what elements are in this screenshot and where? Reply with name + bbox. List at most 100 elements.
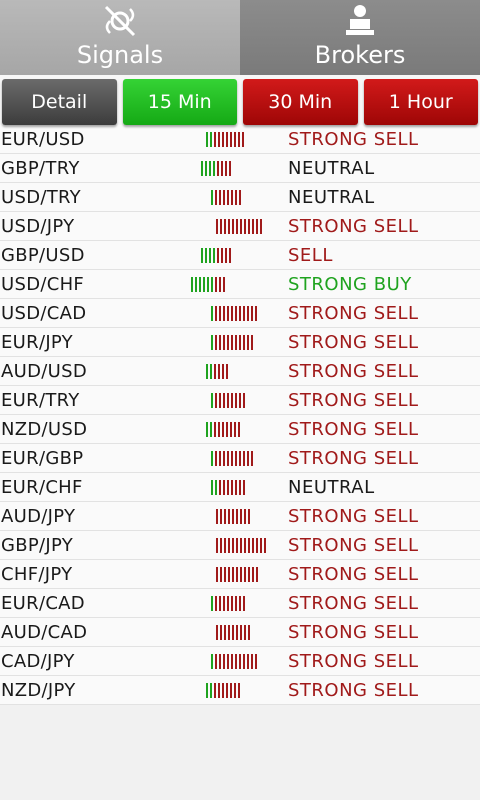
sell-strength-bar [248, 538, 250, 553]
table-row[interactable]: GBP/TRY NEUTRAL [0, 154, 480, 183]
sell-strength-bar [227, 654, 229, 669]
table-row[interactable]: GBP/USD SELL [0, 241, 480, 270]
sell-strength-bar [227, 451, 229, 466]
sell-strength-bar [244, 509, 246, 524]
sell-strength-bar [242, 132, 244, 147]
sell-strength-bar [231, 306, 233, 321]
tab-brokers-label: Brokers [314, 41, 406, 69]
buy-strength-bar [210, 683, 212, 698]
sell-strength-bar [240, 625, 242, 640]
sell-strength-bar [223, 277, 225, 292]
buy-strength-bar [210, 132, 212, 147]
buy-strength-bar [211, 596, 213, 611]
sell-strength-bar [231, 190, 233, 205]
sell-strength-bar [244, 219, 246, 234]
sell-strength-bar [239, 654, 241, 669]
sell-strength-bar [251, 335, 253, 350]
broker-desk-icon [342, 3, 378, 39]
currency-pair: AUD/USD [1, 360, 87, 382]
sell-strength-bar [220, 509, 222, 524]
sell-strength-bar [232, 509, 234, 524]
tab-signals[interactable]: Signals [0, 0, 240, 75]
table-row[interactable]: NZD/USD STRONG SELL [0, 415, 480, 444]
table-row[interactable]: NZD/JPY STRONG SELL [0, 676, 480, 705]
table-row[interactable]: AUD/CAD STRONG SELL [0, 618, 480, 647]
table-row[interactable]: EUR/CAD STRONG SELL [0, 589, 480, 618]
tab-brokers[interactable]: Brokers [240, 0, 480, 75]
sell-strength-bar [218, 132, 220, 147]
buy-strength-bar [210, 364, 212, 379]
15-min-button[interactable]: 15 Min [122, 79, 237, 125]
table-row[interactable]: CHF/JPY STRONG SELL [0, 560, 480, 589]
signal-label: STRONG BUY [288, 273, 412, 295]
30-min-button[interactable]: 30 Min [243, 79, 358, 125]
sell-strength-bar [240, 509, 242, 524]
sell-strength-bar [260, 219, 262, 234]
buy-strength-bar [201, 248, 203, 263]
sell-strength-bar [239, 335, 241, 350]
table-row[interactable]: EUR/CHF NEUTRAL [0, 473, 480, 502]
sell-strength-bar [229, 248, 231, 263]
detail-button[interactable]: Detail [2, 79, 117, 125]
sell-strength-bar [224, 567, 226, 582]
strength-bars [211, 306, 259, 321]
buy-strength-bar [209, 161, 211, 176]
sell-strength-bar [223, 480, 225, 495]
sell-strength-bar [216, 567, 218, 582]
currency-pair: EUR/GBP [1, 447, 84, 469]
table-row[interactable]: USD/CAD STRONG SELL [0, 299, 480, 328]
signal-label: NEUTRAL [288, 157, 375, 179]
sell-strength-bar [252, 538, 254, 553]
table-row[interactable]: EUR/JPY STRONG SELL [0, 328, 480, 357]
sell-strength-bar [214, 132, 216, 147]
sell-strength-bar [215, 306, 217, 321]
sell-strength-bar [227, 190, 229, 205]
sell-strength-bar [247, 335, 249, 350]
sell-strength-bar [219, 306, 221, 321]
table-row[interactable]: AUD/JPY STRONG SELL [0, 502, 480, 531]
tab-signals-label: Signals [76, 41, 164, 69]
sell-strength-bar [215, 596, 217, 611]
table-row[interactable]: USD/TRY NEUTRAL [0, 183, 480, 212]
sell-strength-bar [226, 132, 228, 147]
sell-strength-bar [239, 393, 241, 408]
sell-strength-bar [223, 190, 225, 205]
signal-list: EUR/USD STRONG SELL GBP/TRY NEUTRAL USD/TRY N… [0, 125, 480, 705]
sell-strength-bar [219, 451, 221, 466]
table-row[interactable]: AUD/USD STRONG SELL [0, 357, 480, 386]
sell-strength-bar [235, 596, 237, 611]
table-row[interactable]: EUR/TRY STRONG SELL [0, 386, 480, 415]
signal-label: STRONG SELL [288, 128, 419, 150]
sell-strength-bar [223, 596, 225, 611]
buy-strength-bar [211, 335, 213, 350]
strength-bars [206, 132, 246, 147]
sell-strength-bar [238, 683, 240, 698]
1-hour-button[interactable]: 1 Hour [363, 79, 478, 125]
table-row[interactable]: GBP/JPY STRONG SELL [0, 531, 480, 560]
table-row[interactable]: EUR/GBP STRONG SELL [0, 444, 480, 473]
sell-strength-bar [226, 422, 228, 437]
buy-strength-bar [211, 480, 213, 495]
table-row[interactable]: EUR/USD STRONG SELL [0, 125, 480, 154]
sell-strength-bar [231, 393, 233, 408]
table-row[interactable]: USD/JPY STRONG SELL [0, 212, 480, 241]
currency-pair: GBP/USD [1, 244, 85, 266]
signal-label: STRONG SELL [288, 302, 419, 324]
buy-strength-bar [195, 277, 197, 292]
buy-strength-bar [211, 451, 213, 466]
buy-strength-bar [211, 277, 213, 292]
table-row[interactable]: CAD/JPY STRONG SELL [0, 647, 480, 676]
sell-strength-bar [243, 393, 245, 408]
table-row[interactable]: USD/CHF STRONG BUY [0, 270, 480, 299]
buy-strength-bar [205, 248, 207, 263]
signal-label: STRONG SELL [288, 621, 419, 643]
sell-strength-bar [219, 277, 221, 292]
sell-strength-bar [222, 132, 224, 147]
sell-strength-bar [235, 306, 237, 321]
sell-strength-bar [235, 335, 237, 350]
sell-strength-bar [215, 190, 217, 205]
strength-bars [211, 393, 247, 408]
buy-strength-bar [211, 654, 213, 669]
sell-strength-bar [236, 538, 238, 553]
signal-label: STRONG SELL [288, 563, 419, 585]
